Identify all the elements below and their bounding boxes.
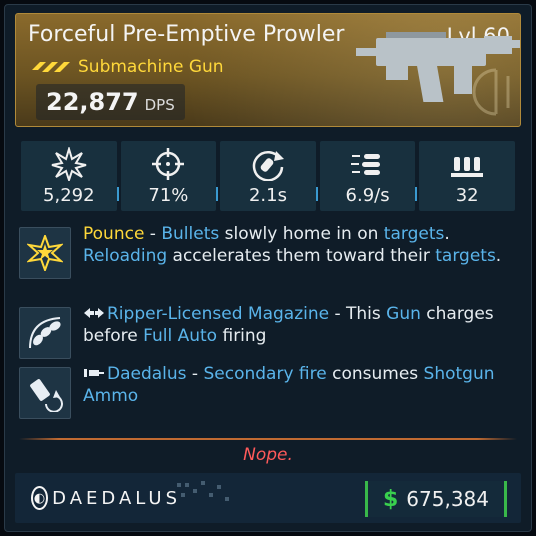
item-price: $ 675,384: [365, 481, 507, 517]
stat-divider: [415, 187, 418, 201]
item-header: Forceful Pre-Emptive Prowler Lvl 60 Subm…: [15, 13, 521, 127]
crosshair-icon: [152, 148, 185, 180]
magazine-icon: [451, 157, 484, 177]
perk-text-segment: consumes: [326, 364, 424, 384]
fire-rate-icon: [350, 154, 380, 175]
damage-burst-icon: [51, 147, 87, 181]
currency-icon: $: [382, 486, 399, 512]
perk-text-segment: .: [495, 246, 502, 266]
dps-readout: 22,877 DPS: [36, 84, 185, 120]
perk-text-segment: firing: [217, 326, 267, 346]
keyword: targets: [435, 246, 496, 266]
rarity-chevrons-icon: [32, 62, 70, 72]
price-value: 675,384: [406, 487, 490, 511]
daedalus-mark-icon: ◐: [31, 486, 49, 510]
item-name: Forceful Pre-Emptive Prowler: [28, 22, 345, 47]
keyword: Reloading: [83, 246, 168, 266]
stat-divider: [216, 187, 219, 201]
perk-text-segment: -: [144, 224, 162, 244]
item-note: Nope.: [243, 445, 293, 465]
item-rarity: Submachine Gun: [32, 57, 224, 77]
stats-row: 5,292 71% 2.1s 6.9/s 32: [19, 141, 517, 211]
perk-text-segment: accelerates them toward their: [167, 246, 436, 266]
stat-magazine: 32: [415, 141, 515, 211]
perk-daedalus-text: Daedalus - Secondary fire consumes Shotg…: [83, 363, 531, 407]
item-card: Forceful Pre-Emptive Prowler Lvl 60 Subm…: [4, 4, 532, 532]
ripper-logo-icon: [84, 308, 104, 318]
perk-ripper-icon-frame: [19, 307, 71, 359]
stat-fire-rate: 6.9/s: [315, 141, 416, 211]
stat-accuracy: 71%: [116, 141, 217, 211]
keyword: targets: [383, 224, 445, 244]
stat-damage-value: 5,292: [43, 185, 95, 206]
item-type: Submachine Gun: [78, 57, 224, 77]
perk-pounce-icon-frame: [19, 227, 71, 279]
stat-reload-value: 2.1s: [248, 185, 287, 206]
item-footer: ◐ DAEDALUS $ 675,384: [15, 473, 521, 523]
stat-magazine-value: 32: [455, 185, 479, 206]
perk-daedalus-icon-frame: [19, 367, 71, 419]
decorative-pixels: [177, 481, 229, 501]
daedalus-logo-icon: [84, 369, 104, 377]
keyword: Gun: [386, 304, 421, 324]
reload-icon: [252, 151, 284, 181]
keyword: Full Auto: [143, 326, 218, 346]
bullets-icon: [29, 317, 61, 349]
submachine-gun-icon: [356, 32, 520, 116]
stat-damage: 5,292: [21, 141, 117, 211]
perk-text-segment: .: [444, 224, 450, 244]
dps-unit: DPS: [144, 96, 175, 114]
stat-reload: 2.1s: [216, 141, 316, 211]
perk-name: Daedalus: [107, 364, 187, 384]
stat-fire-rate-value: 6.9/s: [345, 185, 390, 206]
perk-pounce-text: Pounce - Bullets slowly home in on targe…: [83, 223, 531, 267]
star-burst-icon: [27, 235, 63, 271]
stat-divider: [315, 187, 318, 201]
stat-accuracy-value: 71%: [148, 185, 189, 206]
stat-divider: [116, 187, 119, 201]
perk-text-segment: slowly home in on: [219, 224, 384, 244]
manufacturer-logo: ◐ DAEDALUS: [31, 481, 181, 515]
perk-text-segment: - This: [329, 304, 387, 324]
divider: [19, 438, 517, 440]
perk-name: Pounce: [83, 224, 145, 244]
perk-name: Ripper-Licensed Magazine: [107, 304, 330, 324]
keyword: Secondary fire: [203, 364, 327, 384]
dps-value: 22,877: [46, 88, 139, 116]
shotgun-shell-icon: [30, 379, 63, 412]
perk-text-segment: -: [186, 364, 204, 384]
perk-ripper-text: Ripper-Licensed Magazine - This Gun char…: [83, 303, 531, 347]
keyword: Bullets: [161, 224, 220, 244]
manufacturer-name: DAEDALUS: [52, 487, 181, 509]
